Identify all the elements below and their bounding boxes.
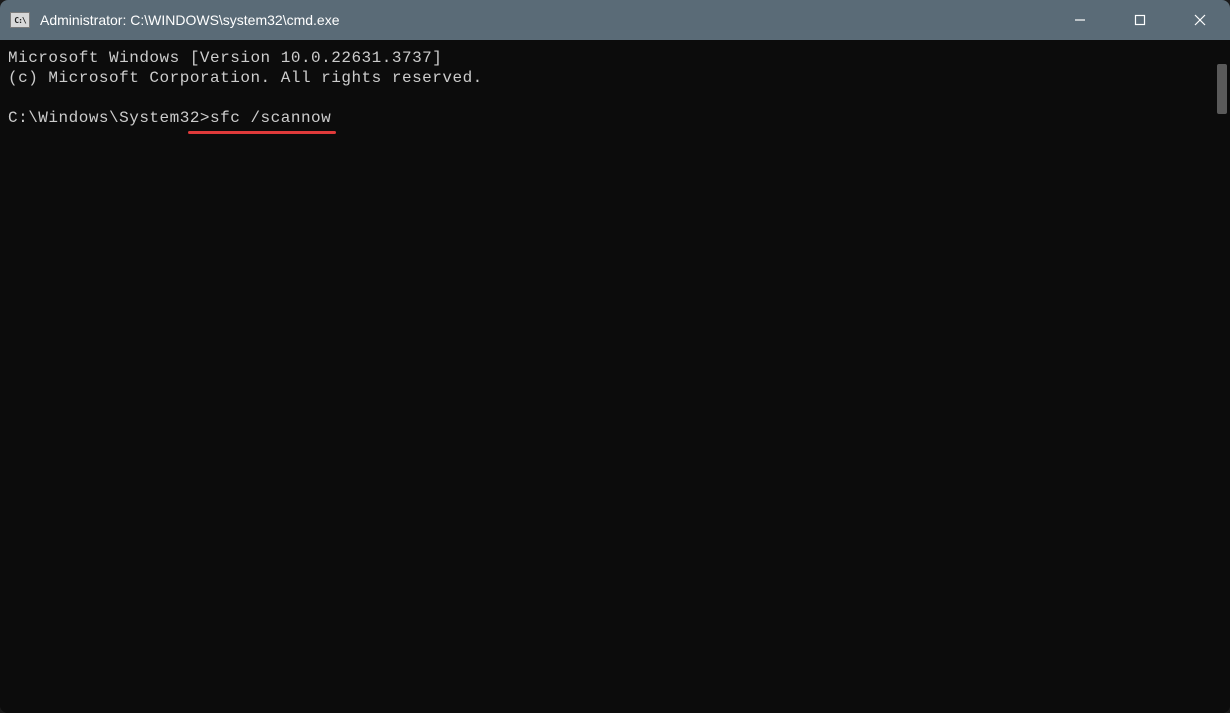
terminal-output[interactable]: Microsoft Windows [Version 10.0.22631.37… xyxy=(0,40,1212,713)
close-button[interactable] xyxy=(1170,0,1230,40)
window-title: Administrator: C:\WINDOWS\system32\cmd.e… xyxy=(40,12,1050,28)
underline-annotation xyxy=(188,131,336,134)
close-icon xyxy=(1194,14,1206,26)
titlebar[interactable]: C:\ Administrator: C:\WINDOWS\system32\c… xyxy=(0,0,1230,40)
prompt: C:\Windows\System32> xyxy=(8,109,210,127)
command-input[interactable]: sfc /scannow xyxy=(210,109,331,127)
scrollbar[interactable] xyxy=(1212,40,1230,713)
command-prompt-window: C:\ Administrator: C:\WINDOWS\system32\c… xyxy=(0,0,1230,713)
window-controls xyxy=(1050,0,1230,40)
maximize-icon xyxy=(1134,14,1146,26)
maximize-button[interactable] xyxy=(1110,0,1170,40)
scrollbar-thumb[interactable] xyxy=(1217,64,1227,114)
prompt-line: C:\Windows\System32>sfc /scannow xyxy=(8,108,331,128)
minimize-button[interactable] xyxy=(1050,0,1110,40)
minimize-icon xyxy=(1074,14,1086,26)
terminal-area: Microsoft Windows [Version 10.0.22631.37… xyxy=(0,40,1230,713)
terminal-line-copyright: (c) Microsoft Corporation. All rights re… xyxy=(8,68,1204,88)
blank-line xyxy=(8,88,1204,108)
terminal-line-version: Microsoft Windows [Version 10.0.22631.37… xyxy=(8,48,1204,68)
cmd-icon: C:\ xyxy=(10,12,30,28)
